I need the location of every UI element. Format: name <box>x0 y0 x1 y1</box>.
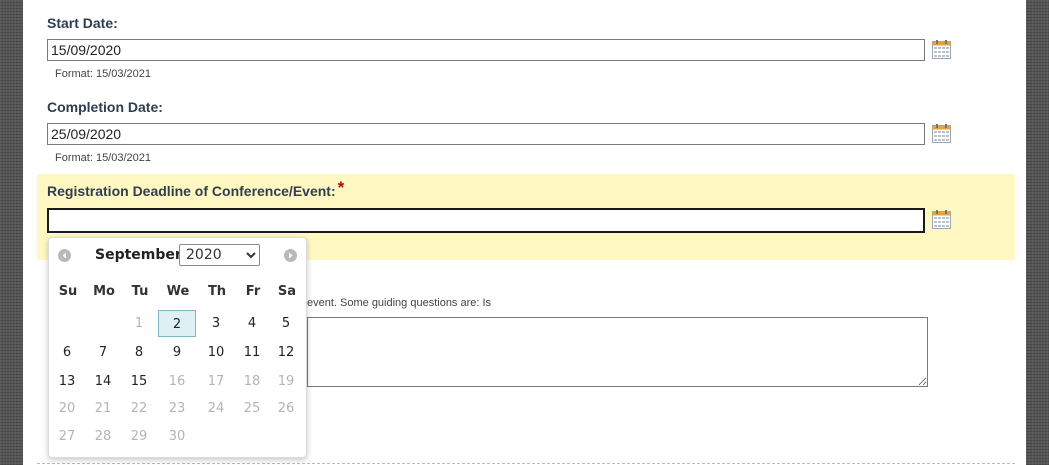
calendar-day: 24 <box>207 401 225 416</box>
calendar-day[interactable]: 13 <box>48 368 86 395</box>
calendar-day: 20 <box>58 401 76 416</box>
calendar-day: 16 <box>168 374 186 389</box>
description-textarea[interactable] <box>307 317 928 387</box>
description-hint: event. Some guiding questions are: Is <box>307 297 492 309</box>
registration-deadline-label: Registration Deadline of Conference/Even… <box>47 178 345 201</box>
calendar-day[interactable]: 10 <box>197 339 235 366</box>
calendar-day: 28 <box>94 429 112 444</box>
weekday-header: Sa <box>277 284 297 299</box>
completion-date-label: Completion Date: <box>47 99 163 115</box>
calendar-day: 23 <box>168 401 186 416</box>
completion-date-input[interactable] <box>47 123 925 145</box>
calendar-day: 29 <box>130 429 148 444</box>
weekday-header: Mo <box>93 284 115 299</box>
weekday-header: Th <box>207 284 227 299</box>
datepicker-year-select[interactable]: 2020 <box>179 244 260 266</box>
calendar-day: 17 <box>207 374 225 389</box>
start-date-format-hint: Format: 15/03/2021 <box>55 68 152 80</box>
calendar-day: 1 <box>134 316 144 331</box>
start-date-label: Start Date: <box>47 15 118 31</box>
calendar-day[interactable]: 6 <box>48 339 86 366</box>
calendar-day[interactable]: 3 <box>197 310 235 337</box>
calendar-day[interactable]: 14 <box>84 368 122 395</box>
calendar-day: 27 <box>58 429 76 444</box>
weekday-header: We <box>166 284 190 299</box>
weekday-header: Su <box>58 284 78 299</box>
datepicker-month: September <box>95 247 182 263</box>
completion-date-format-hint: Format: 15/03/2021 <box>55 152 152 164</box>
start-date-input[interactable] <box>47 39 925 61</box>
calendar-day: 26 <box>277 401 295 416</box>
registration-deadline-input[interactable] <box>47 208 925 233</box>
calendar-day[interactable]: 5 <box>267 310 305 337</box>
calendar-day-today[interactable]: 2 <box>158 310 196 337</box>
calendar-day[interactable]: 15 <box>120 368 158 395</box>
weekday-header: Fr <box>245 284 261 299</box>
calendar-day[interactable]: 7 <box>84 339 122 366</box>
calendar-day: 25 <box>243 401 261 416</box>
calendar-icon[interactable] <box>932 124 951 143</box>
calendar-day[interactable]: 12 <box>267 339 305 366</box>
calendar-day: 30 <box>168 429 186 444</box>
prev-month-icon[interactable] <box>58 249 71 262</box>
section-divider <box>37 463 1015 464</box>
calendar-day: 19 <box>277 374 295 389</box>
calendar-icon[interactable] <box>932 40 951 59</box>
datepicker-popup: September 2020 Su Mo Tu We Th Fr Sa 1234… <box>48 237 307 458</box>
weekday-header: Tu <box>131 284 149 299</box>
calendar-day: 18 <box>243 374 261 389</box>
calendar-day[interactable]: 11 <box>233 339 271 366</box>
required-marker: * <box>337 178 345 197</box>
calendar-day[interactable]: 8 <box>120 339 158 366</box>
calendar-day: 22 <box>130 401 148 416</box>
next-month-icon[interactable] <box>284 249 297 262</box>
calendar-day: 21 <box>94 401 112 416</box>
registration-deadline-label-text: Registration Deadline of Conference/Even… <box>47 183 336 199</box>
calendar-icon[interactable] <box>932 210 951 229</box>
calendar-day[interactable]: 9 <box>158 339 196 366</box>
calendar-day[interactable]: 4 <box>233 310 271 337</box>
